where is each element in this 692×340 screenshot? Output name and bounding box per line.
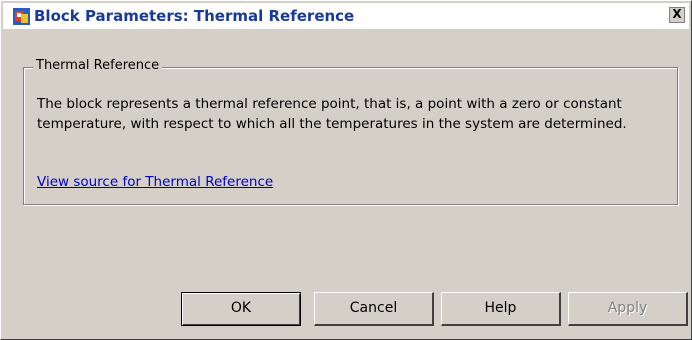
ok-button[interactable]: OK [181, 292, 301, 326]
close-icon: X [672, 7, 682, 21]
help-button[interactable]: Help [441, 292, 561, 326]
cancel-button[interactable]: Cancel [314, 292, 434, 326]
close-button[interactable]: X [669, 7, 685, 23]
apply-button: Apply [568, 292, 688, 326]
block-parameters-dialog: Block Parameters: Thermal Reference X Th… [0, 0, 692, 340]
block-description: The block represents a thermal reference… [37, 96, 627, 132]
view-source-link[interactable]: View source for Thermal Reference [37, 173, 273, 191]
window-title: Block Parameters: Thermal Reference [34, 7, 355, 25]
simulink-block-icon [13, 8, 30, 25]
title-bar[interactable]: Block Parameters: Thermal Reference X [3, 3, 689, 29]
group-label: Thermal Reference [33, 58, 163, 74]
